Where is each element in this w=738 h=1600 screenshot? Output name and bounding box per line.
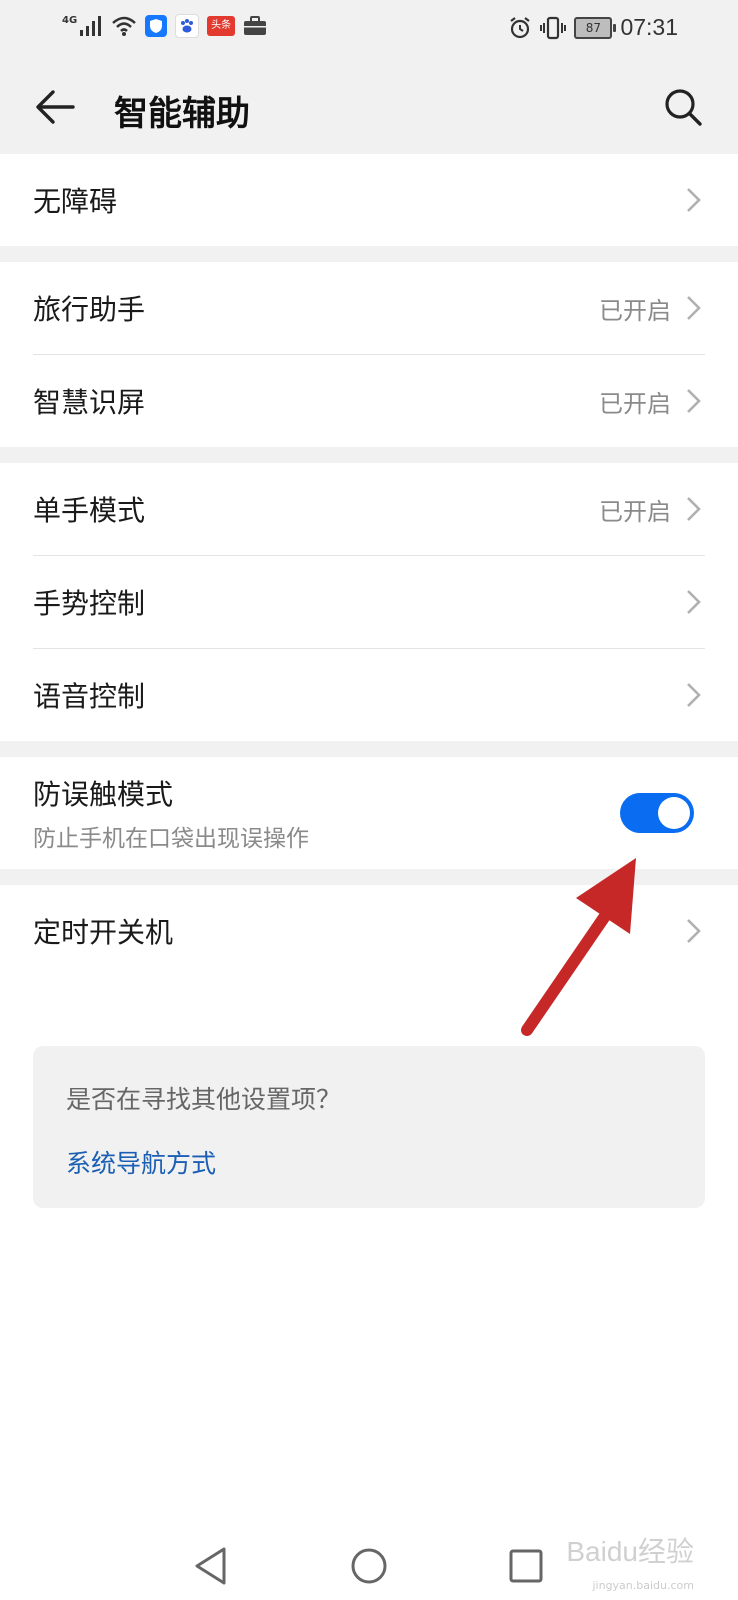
toggle-knob xyxy=(658,797,690,829)
baidu-icon xyxy=(175,14,200,38)
setting-label: 定时开关机 xyxy=(33,916,174,949)
setting-label: 无障碍 xyxy=(33,185,118,218)
search-icon xyxy=(665,89,702,126)
shield-icon xyxy=(145,15,168,37)
battery-icon: 87 xyxy=(574,16,617,39)
nav-back-button[interactable] xyxy=(186,1542,234,1590)
alarm-icon xyxy=(510,16,531,38)
setting-row-smart-screen[interactable]: 智慧识屏 已开启 xyxy=(33,355,705,447)
chevron-right-icon xyxy=(687,497,701,521)
nav-home-button[interactable] xyxy=(345,1542,393,1590)
setting-subtitle: 防止手机在口袋出现误操作 xyxy=(33,826,309,852)
setting-status: 已开启 xyxy=(599,389,671,418)
setting-label: 单手模式 xyxy=(33,494,146,527)
watermark-logo: Baidu经验 xyxy=(566,1536,694,1567)
setting-row-travel-assistant[interactable]: 旅行助手 已开启 xyxy=(33,262,705,355)
setting-label: 智慧识屏 xyxy=(33,386,146,419)
setting-label: 语音控制 xyxy=(33,680,146,713)
setting-label: 防误触模式 xyxy=(33,778,174,811)
settings-group-schedule-power: 定时开关机 xyxy=(0,885,738,977)
page-title: 智能辅助 xyxy=(114,94,250,134)
setting-status: 已开启 xyxy=(599,497,671,526)
setting-row-one-hand-mode[interactable]: 单手模式 已开启 xyxy=(33,463,705,556)
circle-home-icon xyxy=(351,1548,387,1584)
chevron-right-icon xyxy=(687,683,701,707)
setting-row-gesture-control[interactable]: 手势控制 xyxy=(33,556,705,649)
settings-group-pocket-mode: 防误触模式 防止手机在口袋出现误操作 xyxy=(0,757,738,869)
app-bar: 智能辅助 xyxy=(0,58,738,154)
briefcase-icon xyxy=(244,16,267,35)
pocket-mode-toggle[interactable] xyxy=(620,793,694,833)
suggestion-question: 是否在寻找其他设置项？ xyxy=(66,1085,342,1114)
news-icon: 头条 xyxy=(207,16,236,36)
setting-row-pocket-mode: 防误触模式 防止手机在口袋出现误操作 xyxy=(33,757,705,869)
settings-group-control: 单手模式 已开启 手势控制 语音控制 xyxy=(0,463,738,741)
setting-status: 已开启 xyxy=(599,296,671,325)
chevron-right-icon xyxy=(687,919,701,943)
setting-row-schedule-power[interactable]: 定时开关机 xyxy=(33,885,705,977)
status-bar: 4G 头条 87 07:31 xyxy=(0,0,738,58)
clock-time: 07:31 xyxy=(620,14,678,40)
triangle-back-icon xyxy=(195,1547,226,1585)
chevron-right-icon xyxy=(687,389,701,413)
search-button[interactable] xyxy=(660,84,706,130)
network-type-label: 4G xyxy=(62,14,78,26)
signal-icon xyxy=(80,16,102,36)
status-bar-left: 4G 头条 xyxy=(62,14,267,38)
system-navigation-link[interactable]: 系统导航方式 xyxy=(66,1144,216,1180)
chevron-right-icon xyxy=(687,188,701,212)
suggestion-card: 是否在寻找其他设置项？ 系统导航方式 xyxy=(33,1046,705,1208)
back-arrow-icon xyxy=(36,90,75,124)
wifi-icon xyxy=(112,16,137,36)
settings-group-assistant: 旅行助手 已开启 智慧识屏 已开启 xyxy=(0,262,738,447)
settings-group-accessibility: 无障碍 xyxy=(0,154,738,246)
vibrate-icon xyxy=(540,16,567,39)
chevron-right-icon xyxy=(687,590,701,614)
status-bar-right: 87 07:31 xyxy=(508,14,678,41)
settings-list: 无障碍 旅行助手 已开启 智慧识屏 已开启 单手模式 已开启 手势控制 语音控制 xyxy=(0,154,738,977)
square-recents-icon xyxy=(509,1549,543,1583)
setting-label: 旅行助手 xyxy=(33,293,146,326)
setting-label: 手势控制 xyxy=(33,587,146,620)
watermark-url: jingyan.baidu.com xyxy=(592,1579,694,1592)
back-button[interactable] xyxy=(32,84,78,130)
setting-row-accessibility[interactable]: 无障碍 xyxy=(33,154,705,246)
nav-recents-button[interactable] xyxy=(502,1542,550,1590)
chevron-right-icon xyxy=(687,296,701,320)
setting-row-voice-control[interactable]: 语音控制 xyxy=(33,649,705,741)
